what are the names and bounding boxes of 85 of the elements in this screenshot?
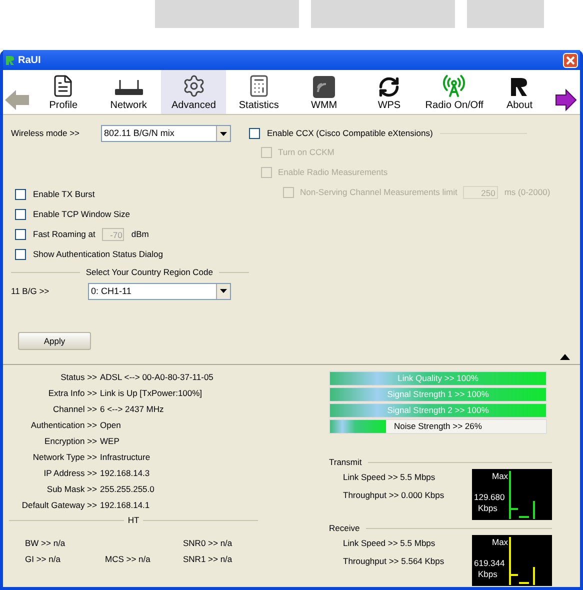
status-value: Open — [99, 419, 122, 431]
status-value: ADSL <--> 00-A0-80-37-11-05 — [99, 371, 214, 383]
ccx-label: Enable CCX (Cisco Compatible eXtensions) — [267, 127, 433, 140]
gears-icon — [182, 74, 206, 98]
checkbox[interactable] — [249, 128, 260, 139]
toolbar-tab[interactable]: Radio On/Off — [422, 70, 487, 114]
graph-unit: Kbps — [477, 502, 498, 514]
traffic-heading: Transmit — [329, 456, 362, 469]
antenna-icon — [442, 74, 466, 98]
traffic-heading: Receive — [329, 522, 360, 534]
status-label: Status >> — [60, 371, 97, 383]
ccx-option-label: Turn on CCKM — [278, 146, 334, 158]
ht-value: BW >> n/a — [25, 536, 66, 549]
status-value: 255.255.255.0 — [99, 483, 156, 495]
circular-arrows-icon — [378, 76, 400, 98]
app-logo-icon — [5, 54, 15, 66]
traffic-value: Throughput >> 0.000 Kbps — [343, 488, 446, 501]
forward-arrow-icon — [555, 88, 578, 112]
checkbox[interactable] — [15, 188, 26, 200]
checkbox[interactable] — [15, 208, 26, 220]
status-value: 6 <--> 2437 MHz — [99, 403, 165, 415]
meter-label: Link Quality >> 100% — [396, 372, 480, 385]
meter-label: Signal Strength 1 >> 100% — [386, 388, 490, 401]
graph-max-value: 129.680 — [473, 492, 505, 503]
signal-waves-icon — [313, 76, 336, 98]
traffic-value: Link Speed >> 5.5 Mbps — [343, 470, 436, 483]
status-label: IP Address >> — [42, 467, 97, 479]
graph-max-value: 619.344 — [473, 558, 505, 568]
close-icon — [566, 56, 575, 64]
status-value: Infrastructure — [99, 451, 152, 463]
ht-value: MCS >> n/a — [105, 552, 152, 565]
toolbar-tab[interactable]: About — [486, 70, 552, 114]
ht-value: GI >> n/a — [25, 552, 62, 565]
status-label: Extra Info >> — [47, 387, 97, 399]
checkbox[interactable] — [15, 248, 26, 260]
option-label: Show Authentication Status Dialog — [33, 248, 163, 260]
graph-unit: Kbps — [477, 568, 498, 580]
status-label: Network Type >> — [32, 451, 97, 463]
graph-max-label: Max — [491, 536, 508, 548]
dropdown-arrow-icon — [220, 289, 227, 294]
toolbar-tab[interactable]: Profile — [30, 70, 96, 114]
meter-label: Noise Strength >> 26% — [393, 420, 483, 433]
back-arrow-icon — [4, 88, 30, 112]
ht-value: SNR0 >> n/a — [183, 536, 234, 549]
band-label: 11 B/G >> — [11, 284, 50, 298]
checkbox[interactable] — [15, 228, 26, 240]
collapse-arrow-icon[interactable] — [560, 354, 570, 360]
traffic-value: Throughput >> 5.564 Kbps — [343, 554, 446, 566]
section-heading: Select Your Country Region Code — [86, 266, 213, 279]
ht-value: SNR1 >> n/a — [183, 552, 234, 565]
status-value: 192.168.14.3 — [99, 467, 151, 479]
traffic-spikes-drawing — [509, 470, 536, 519]
option-label: Enable TCP Window Size — [33, 208, 130, 220]
status-label: Channel >> — [52, 403, 97, 415]
status-label: Sub Mask >> — [46, 483, 97, 495]
meter-label: Signal Strength 2 >> 100% — [386, 404, 490, 417]
toolbar-tab[interactable]: Advanced — [161, 70, 226, 114]
traffic-spikes-drawing — [509, 536, 536, 584]
window-title: RaUI — [18, 54, 41, 68]
toolbar-tab[interactable]: Network — [96, 70, 162, 114]
option-label: Fast Roaming at — [33, 228, 96, 240]
status-value: WEP — [99, 435, 120, 447]
close-button[interactable] — [563, 52, 578, 68]
toolbar-tab[interactable]: Statistics — [226, 70, 292, 114]
wireless-mode-label: Wireless mode >> — [11, 127, 80, 140]
status-label: Default Gateway >> — [20, 499, 97, 511]
ccx-option-label: Non-Serving Channel Measurements limit — [300, 186, 458, 198]
wireless-mode-select[interactable]: 802.11 B/G/N mix — [101, 125, 231, 142]
toolbar-tab[interactable]: WMM — [291, 70, 357, 114]
toolbar-tab[interactable]: WPS — [356, 70, 422, 114]
graph-max-label: Max — [491, 470, 508, 482]
dropdown-arrow-icon — [220, 132, 227, 136]
ccx-option-label: Enable Radio Measurements — [278, 166, 388, 178]
status-value: 192.168.14.1 — [99, 499, 151, 511]
status-label: Authentication >> — [30, 419, 97, 431]
traffic-value: Link Speed >> 5.5 Mbps — [343, 536, 436, 548]
ht-heading: HT — [128, 514, 140, 527]
unit-label: dBm — [131, 228, 149, 240]
status-label: Encryption >> — [44, 435, 97, 447]
option-label: Enable TX Burst — [33, 188, 95, 200]
router-icon — [114, 78, 144, 98]
status-value: Link is Up [TxPower:100%] — [99, 387, 204, 399]
unit-label: ms (0-2000) — [504, 186, 550, 198]
apply-button[interactable]: Apply — [18, 332, 91, 350]
region-select[interactable]: 0: CH1-11 — [88, 282, 231, 300]
